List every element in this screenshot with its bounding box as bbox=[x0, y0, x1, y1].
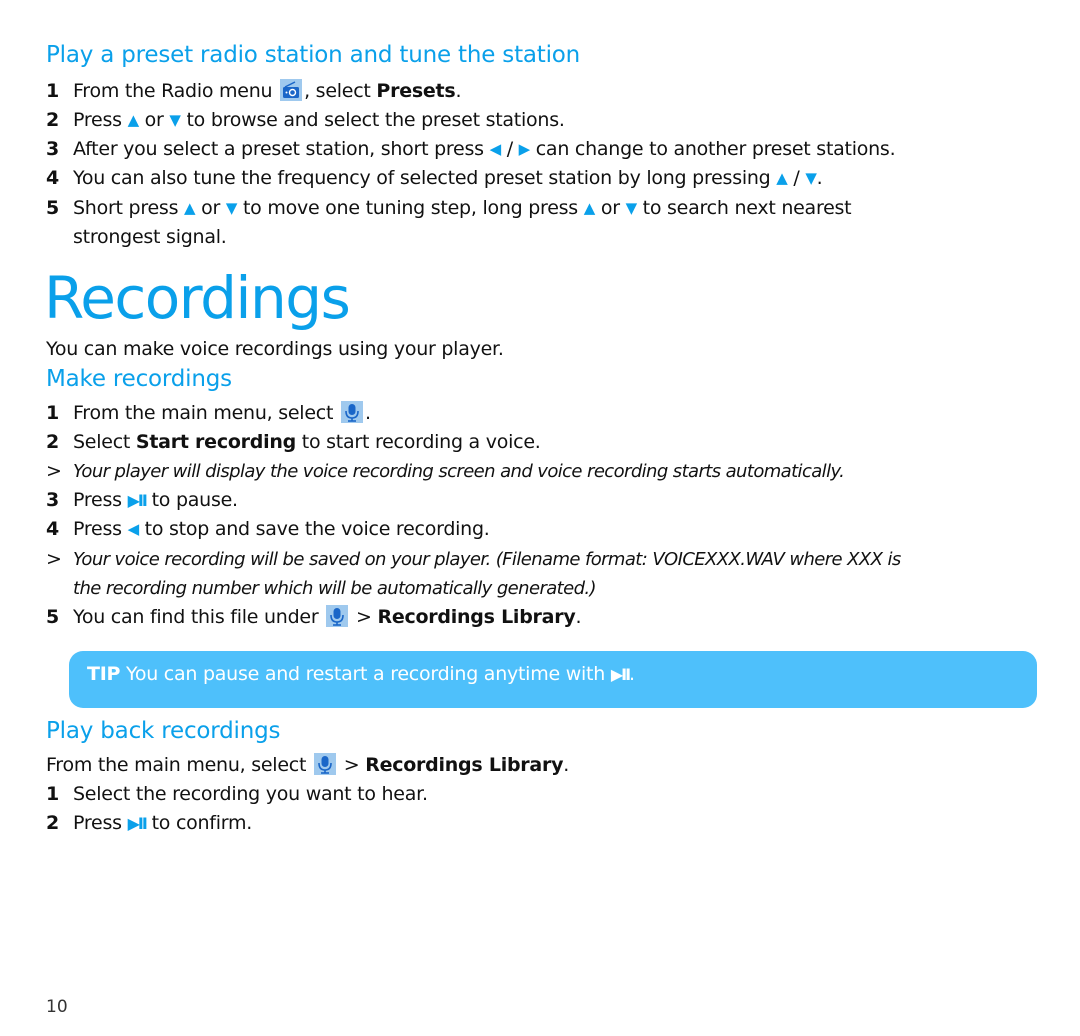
left-arrow-icon: ◀ bbox=[489, 140, 502, 158]
playback-step-2: 2 Press ▶II to confirm. bbox=[46, 812, 253, 834]
tip-box: TIP You can pause and restart a recordin… bbox=[69, 651, 1037, 708]
microphone-icon bbox=[340, 401, 363, 423]
playback-intro: From the main menu, select > Recordings … bbox=[46, 753, 570, 776]
microphone-icon bbox=[326, 605, 349, 627]
left-arrow-icon: ◀ bbox=[127, 520, 140, 538]
make-step-2: 2 Select Start recording to start recordi… bbox=[46, 431, 541, 453]
play-pause-icon: ▶II bbox=[127, 491, 148, 510]
up-arrow-icon: ▲ bbox=[127, 111, 140, 129]
microphone-icon bbox=[313, 753, 336, 775]
up-arrow-icon: ▲ bbox=[184, 199, 196, 217]
up-arrow-icon: ▲ bbox=[583, 199, 596, 217]
down-arrow-icon: ▼ bbox=[225, 199, 238, 217]
right-arrow-icon: ▶ bbox=[518, 140, 531, 158]
playback-heading: Play back recordings bbox=[46, 718, 281, 744]
manual-page: Play a preset radio station and tune the… bbox=[0, 0, 1080, 1036]
make-note-2-continued: the recording number which will be autom… bbox=[73, 578, 597, 599]
page-number: 10 bbox=[46, 997, 68, 1017]
radio-icon bbox=[280, 79, 303, 101]
up-arrow-icon: ▲ bbox=[776, 169, 788, 187]
radio-step-3: 3 After you select a preset station, shor… bbox=[46, 135, 896, 164]
make-note-1: > Your player will display the voice reco… bbox=[46, 460, 845, 482]
step-number: 1 bbox=[46, 80, 59, 102]
radio-step-4: 4 You can also tune the frequency of sele… bbox=[46, 164, 823, 193]
make-recordings-heading: Make recordings bbox=[46, 366, 232, 392]
make-step-5: 5 You can find this file under > Recordin… bbox=[46, 605, 582, 628]
radio-step-2: 2 Press ▲ or ▼ to browse and select the p… bbox=[46, 106, 565, 135]
recordings-intro: You can make voice recordings using your… bbox=[46, 338, 504, 360]
down-arrow-icon: ▼ bbox=[625, 199, 638, 217]
down-arrow-icon: ▼ bbox=[169, 111, 181, 129]
play-pause-icon: ▶II bbox=[610, 665, 631, 684]
tip-label: TIP bbox=[87, 663, 121, 685]
down-arrow-icon: ▼ bbox=[805, 169, 817, 187]
radio-section-heading: Play a preset radio station and tune the… bbox=[46, 42, 581, 68]
radio-step-1: 1 From the Radio menu , select Presets. bbox=[46, 77, 461, 106]
page-title: Recordings bbox=[44, 264, 351, 332]
make-step-4: 4 Press ◀ to stop and save the voice reco… bbox=[46, 515, 490, 544]
play-pause-icon: ▶II bbox=[127, 814, 148, 833]
make-step-3: 3 Press ▶II to pause. bbox=[46, 489, 238, 511]
radio-step-5: 5 Short press ▲ or ▼ to move one tuning s… bbox=[46, 194, 852, 223]
playback-step-1: 1 Select the recording you want to hear. bbox=[46, 783, 428, 805]
make-note-2: > Your voice recording will be saved on y… bbox=[46, 548, 901, 570]
radio-step-5-continued: strongest signal. bbox=[73, 226, 227, 248]
make-step-1: 1 From the main menu, select . bbox=[46, 401, 371, 424]
tip-text: TIP You can pause and restart a recordin… bbox=[87, 663, 635, 685]
